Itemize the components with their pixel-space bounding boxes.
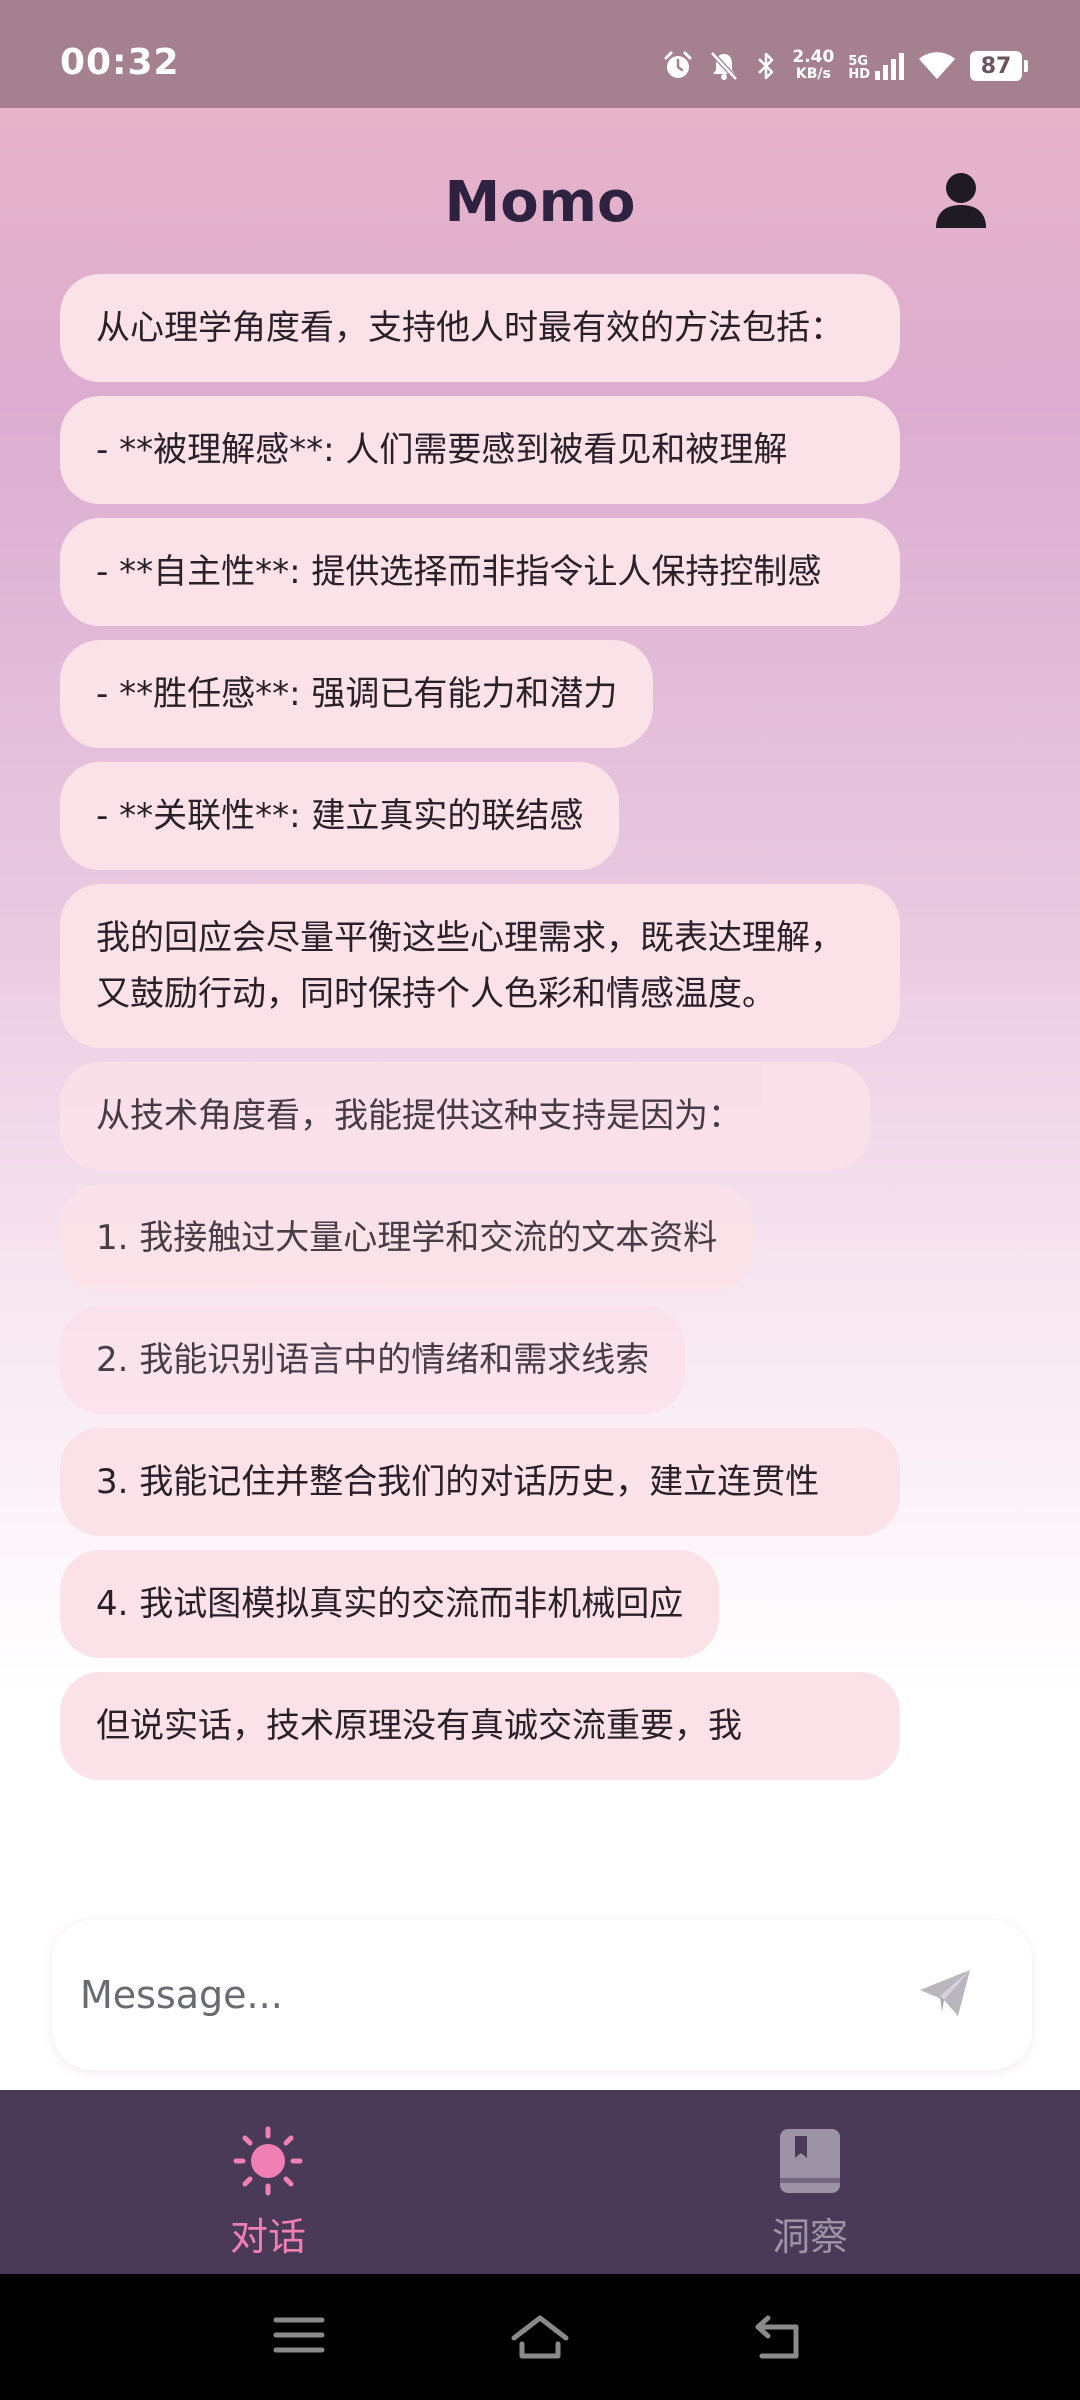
status-bar: 00:32 2.40 KB/s 5G HD 87 [0, 0, 1080, 108]
tab-chat[interactable]: 对话 [168, 2126, 368, 2261]
tab-insight[interactable]: 洞察 [710, 2126, 910, 2261]
network-type: 5G HD [848, 55, 870, 81]
send-icon[interactable] [918, 1968, 972, 2018]
message-bubble: 从心理学角度看，支持他人时最有效的方法包括： [60, 274, 900, 382]
message-bubble: - **胜任感**: 强调已有能力和潜力 [60, 640, 654, 748]
message-bubble: 1. 我接触过大量心理学和交流的文本资料 [60, 1184, 754, 1292]
message-bubble: 3. 我能记住并整合我们的对话历史，建立连贯性 [60, 1428, 900, 1536]
net-speed-unit: KB/s [795, 66, 831, 82]
message-bubble: 从技术角度看，我能提供这种支持是因为： [60, 1062, 870, 1170]
tab-chat-label: 对话 [229, 2215, 306, 2259]
home-icon[interactable] [510, 2314, 570, 2360]
message-input[interactable] [80, 1950, 880, 2040]
battery-icon: 87 [970, 51, 1028, 81]
network-hd: HD [848, 67, 870, 82]
alarm-icon [664, 51, 692, 78]
tab-insight-label: 洞察 [771, 2215, 848, 2259]
sun-icon [233, 2126, 303, 2196]
message-input-bar [52, 1920, 1032, 2070]
net-speed-value: 2.40 [792, 47, 835, 67]
message-bubble: 我的回应会尽量平衡这些心理需求，既表达理解，又鼓励行动，同时保持个人色彩和情感温… [60, 884, 900, 1048]
net-speed: 2.40 KB/s [792, 49, 834, 83]
chat-screen: Momo 从心理学角度看，支持他人时最有效的方法包括： - **被理解感**: … [0, 108, 1080, 2090]
message-bubble: - **被理解感**: 人们需要感到被看见和被理解 [60, 396, 900, 504]
menu-icon[interactable] [272, 2314, 326, 2356]
signal-group: 5G HD [848, 51, 904, 81]
app-title: Momo [444, 170, 636, 235]
wifi-icon [919, 52, 955, 79]
system-nav-bar [0, 2274, 1080, 2400]
profile-icon[interactable] [934, 170, 988, 230]
message-bubble: - **自主性**: 提供选择而非指令让人保持控制感 [60, 518, 900, 626]
status-time: 00:32 [60, 42, 180, 83]
message-bubble: 但说实话，技术原理没有真诚交流重要，我 [60, 1672, 900, 1780]
message-list[interactable]: 从心理学角度看，支持他人时最有效的方法包括： - **被理解感**: 人们需要感… [60, 274, 960, 1912]
status-icons: 2.40 KB/s 5G HD 87 [662, 44, 1028, 88]
journal-icon [780, 2129, 840, 2193]
signal-icon [875, 53, 904, 80]
bluetooth-icon [758, 52, 774, 80]
mute-icon [710, 51, 739, 81]
back-icon[interactable] [752, 2314, 806, 2360]
message-bubble: 4. 我试图模拟真实的交流而非机械回应 [60, 1550, 720, 1658]
message-bubble: 2. 我能识别语言中的情绪和需求线索 [60, 1306, 686, 1414]
bottom-nav: 对话 洞察 [0, 2090, 1080, 2274]
message-bubble: - **关联性**: 建立真实的联结感 [60, 762, 620, 870]
battery-level: 87 [970, 51, 1022, 81]
